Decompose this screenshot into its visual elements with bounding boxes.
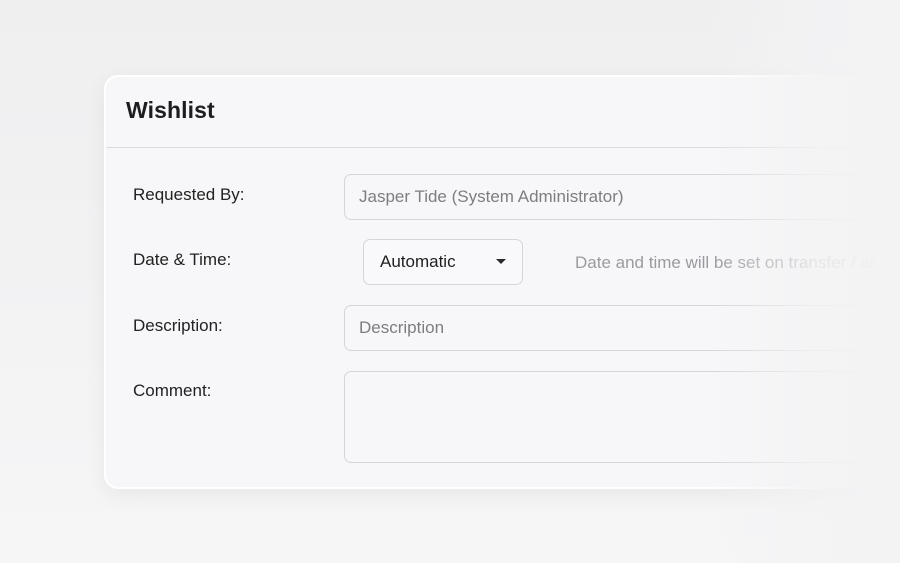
description-input[interactable]: Description bbox=[344, 305, 900, 351]
description-placeholder: Description bbox=[359, 318, 445, 337]
requested-by-value: Jasper Tide (System Administrator) bbox=[359, 187, 624, 206]
date-time-select[interactable]: Automatic bbox=[363, 239, 523, 285]
description-label: Description: bbox=[133, 316, 223, 335]
app-stage: Wishlist Requested By: Jasper Tide (Syst… bbox=[0, 0, 900, 563]
card-header: Wishlist bbox=[106, 77, 900, 148]
comment-label: Comment: bbox=[133, 381, 212, 400]
date-time-label: Date & Time: bbox=[133, 250, 232, 269]
date-time-selected-value: Automatic bbox=[380, 252, 456, 271]
date-time-hint: Date and time will be set on transfer / … bbox=[575, 253, 876, 272]
requested-by-label: Requested By: bbox=[133, 185, 245, 204]
comment-textarea[interactable] bbox=[344, 371, 900, 463]
caret-down-icon bbox=[496, 259, 506, 264]
wishlist-card: Wishlist Requested By: Jasper Tide (Syst… bbox=[104, 75, 900, 489]
requested-by-field[interactable]: Jasper Tide (System Administrator) bbox=[344, 174, 900, 220]
page-title: Wishlist bbox=[126, 97, 215, 123]
